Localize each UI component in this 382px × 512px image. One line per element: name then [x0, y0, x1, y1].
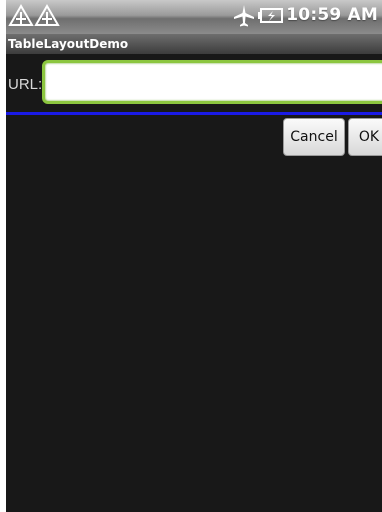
status-clock: 10:59 AM: [286, 5, 378, 25]
device-screen: 10:59 AM TableLayoutDemo URL: Cancel OK: [6, 0, 382, 512]
signal-warning-icon: [8, 4, 34, 26]
ok-button[interactable]: OK: [348, 118, 382, 156]
app-title-bar: TableLayoutDemo: [6, 34, 382, 54]
url-input[interactable]: [42, 60, 382, 104]
url-label: URL:: [8, 76, 43, 93]
status-bar: 10:59 AM: [6, 0, 382, 34]
cancel-button[interactable]: Cancel: [283, 118, 345, 156]
app-title: TableLayoutDemo: [8, 37, 129, 51]
divider-line: [6, 112, 382, 115]
battery-charging-icon: [258, 8, 283, 23]
signal-warning-icon: [34, 4, 60, 26]
url-row: URL:: [6, 58, 382, 110]
airplane-mode-icon: [234, 5, 254, 27]
